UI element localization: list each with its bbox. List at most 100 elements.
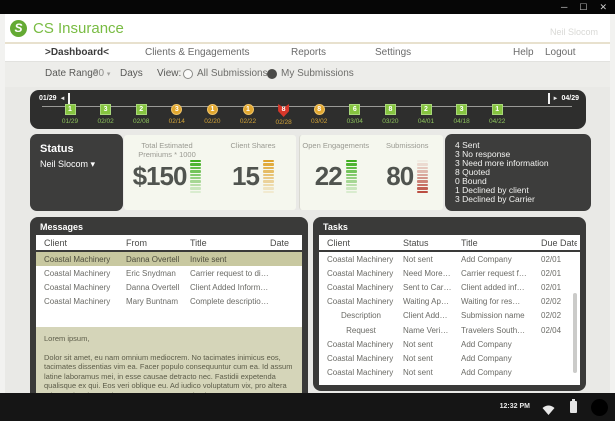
task-row[interactable]: Coastal MachineryNot sentAdd Company	[319, 351, 580, 365]
nav-item-reports[interactable]: Reports	[291, 47, 326, 58]
column-header-title[interactable]: Title	[461, 238, 541, 248]
timeline-marker-02-02[interactable]: 302/02	[91, 98, 121, 125]
marker-date-label: 02/14	[162, 118, 192, 125]
marker-date-label: 04/18	[447, 118, 477, 125]
timeline-marker-03-02[interactable]: 803/02	[304, 98, 334, 125]
window-titlebar: ─ ☐ ✕	[0, 0, 615, 14]
gauge-bar	[190, 174, 201, 176]
task-client: Coastal Machinery	[319, 340, 403, 349]
message-row[interactable]: Coastal MachineryDanna OvertellClient Ad…	[36, 280, 302, 294]
task-row[interactable]: Coastal MachineryNot sentAdd Company02/0…	[319, 252, 580, 266]
timeline-marker-04-01[interactable]: 204/01	[411, 98, 441, 125]
task-due-date: 02/02	[541, 311, 577, 320]
message-row[interactable]: Coastal MachineryMary BuntnamComplete de…	[36, 295, 302, 309]
timeline-marker-02-20[interactable]: 102/20	[197, 98, 227, 125]
task-title: Carrier request f…	[461, 269, 541, 278]
task-client: Coastal Machinery	[319, 269, 403, 278]
task-title: Submission name	[461, 311, 541, 320]
task-row[interactable]: Coastal MachineryNot sentAdd Company	[319, 366, 580, 380]
stats-panel-right: Open Engagements 22 Submissions 80	[299, 135, 443, 210]
timeline-marker-03-04[interactable]: 603/04	[340, 98, 370, 125]
task-row[interactable]: Coastal MachineryWaiting Ap…Waiting for …	[319, 295, 580, 309]
stat-total-premiums: Total Estimated Premiums * 1000 $150	[124, 135, 210, 210]
timeline-marker-02-14[interactable]: 302/14	[162, 98, 192, 125]
timeline-marker-03-20[interactable]: 803/20	[375, 98, 405, 125]
nav-item-settings[interactable]: Settings	[375, 47, 411, 58]
marker-date-label: 04/01	[411, 118, 441, 125]
app-logo-icon: S	[10, 20, 27, 37]
tasks-table-body: Coastal MachineryNot sentAdd Company02/0…	[319, 252, 580, 380]
stat-value: 80	[386, 161, 413, 192]
marker-date-label: 02/02	[91, 118, 121, 125]
timeline-marker-02-08[interactable]: 202/08	[126, 98, 156, 125]
stat-label: Submissions	[386, 141, 429, 159]
nav-item-help[interactable]: Help	[513, 47, 534, 58]
task-status: Client Add…	[403, 311, 461, 320]
task-title: Client added inf…	[461, 283, 541, 292]
radio-all-submissions[interactable]: All Submissions	[183, 68, 268, 79]
status-user-dropdown[interactable]: Neil Slocom ▾	[40, 159, 113, 170]
task-title: Add Company	[461, 354, 541, 363]
timeline-marker-01-29[interactable]: 101/29	[55, 98, 85, 125]
task-row[interactable]: RequestName Veri…Travelers South…02/04	[319, 323, 580, 337]
gauge-bar	[190, 167, 201, 169]
marker-date-label: 02/08	[126, 118, 156, 125]
timeline-marker-02-28[interactable]: 802/28	[269, 98, 299, 126]
message-row[interactable]: Coastal MachineryDanna OvertellInvite se…	[36, 252, 302, 266]
marker-count: 3	[456, 104, 467, 115]
arrow-right-icon: ►	[553, 96, 559, 102]
tasks-panel: Tasks Client Status Title Due Date Coast…	[313, 217, 586, 391]
timeline-panel: 01/29 ◄ ► 04/29 101/29302/02202/08302/14…	[30, 90, 586, 129]
gauge-bar	[346, 191, 357, 193]
task-status: Name Veri…	[403, 326, 461, 335]
task-due-date: 02/01	[541, 283, 577, 292]
column-header-due-date[interactable]: Due Date	[541, 238, 577, 248]
task-client: Coastal Machinery	[319, 283, 403, 292]
column-header-status[interactable]: Status	[403, 238, 461, 248]
marker-date-label: 01/29	[55, 118, 85, 125]
timeline-marker-02-22[interactable]: 102/22	[233, 98, 263, 125]
radio-label: All Submissions	[197, 68, 268, 79]
maximize-icon[interactable]: ☐	[579, 1, 587, 13]
marker-date-label: 02/20	[197, 118, 227, 125]
message-row[interactable]: Coastal MachineryEric SnydmanCarrier req…	[36, 266, 302, 280]
date-range-dropdown[interactable]: 90 ▾	[93, 68, 110, 79]
gauge-bar	[263, 170, 274, 172]
nav-item-clients-engagements[interactable]: Clients & Engagements	[145, 47, 250, 58]
gauge-bars	[190, 160, 201, 193]
stat-label: Total Estimated Premiums * 1000	[124, 141, 210, 159]
gauge-bar	[263, 177, 274, 179]
column-header-client[interactable]: Client	[36, 238, 126, 248]
task-client: Coastal Machinery	[319, 297, 403, 306]
column-header-from[interactable]: From	[126, 238, 190, 248]
message-title: Carrier request to di…	[190, 269, 270, 278]
battery-icon[interactable]	[570, 401, 577, 413]
timeline-end-handle[interactable]: ► 04/29	[548, 93, 579, 104]
gauge-bar	[417, 170, 428, 172]
range-handle-icon[interactable]	[548, 93, 550, 104]
timeline-marker-04-22[interactable]: 104/22	[482, 98, 512, 125]
power-circle-icon[interactable]	[591, 399, 608, 416]
radio-my-submissions[interactable]: My Submissions	[267, 68, 354, 79]
column-header-client[interactable]: Client	[319, 238, 403, 248]
gauge-bar	[263, 160, 274, 162]
minimize-icon[interactable]: ─	[561, 1, 567, 13]
gauge-bar	[190, 160, 201, 162]
tasks-scrollbar[interactable]	[573, 293, 577, 373]
task-row[interactable]: DescriptionClient Add…Submission name02/…	[319, 309, 580, 323]
timeline-marker-04-18[interactable]: 3 04/18	[447, 98, 477, 125]
wifi-icon[interactable]	[542, 402, 555, 420]
task-row[interactable]: Coastal MachineryNot sentAdd Company	[319, 337, 580, 351]
column-header-date[interactable]: Date	[270, 238, 298, 248]
close-icon[interactable]: ✕	[599, 1, 607, 13]
nav-item-dashboard[interactable]: >Dashboard<	[45, 47, 109, 58]
message-title: Invite sent	[190, 255, 270, 264]
app-header: S CS Insurance Neil Slocom	[5, 14, 610, 44]
marker-count: 1	[492, 104, 503, 115]
stat-label: Open Engagements	[302, 141, 369, 159]
task-row[interactable]: Coastal MachineryNeed More…Carrier reque…	[319, 266, 580, 280]
nav-item-logout[interactable]: Logout	[545, 47, 576, 58]
task-status: Not sent	[403, 368, 461, 377]
column-header-title[interactable]: Title	[190, 238, 270, 248]
task-row[interactable]: Coastal MachinerySent to Car…Client adde…	[319, 280, 580, 294]
